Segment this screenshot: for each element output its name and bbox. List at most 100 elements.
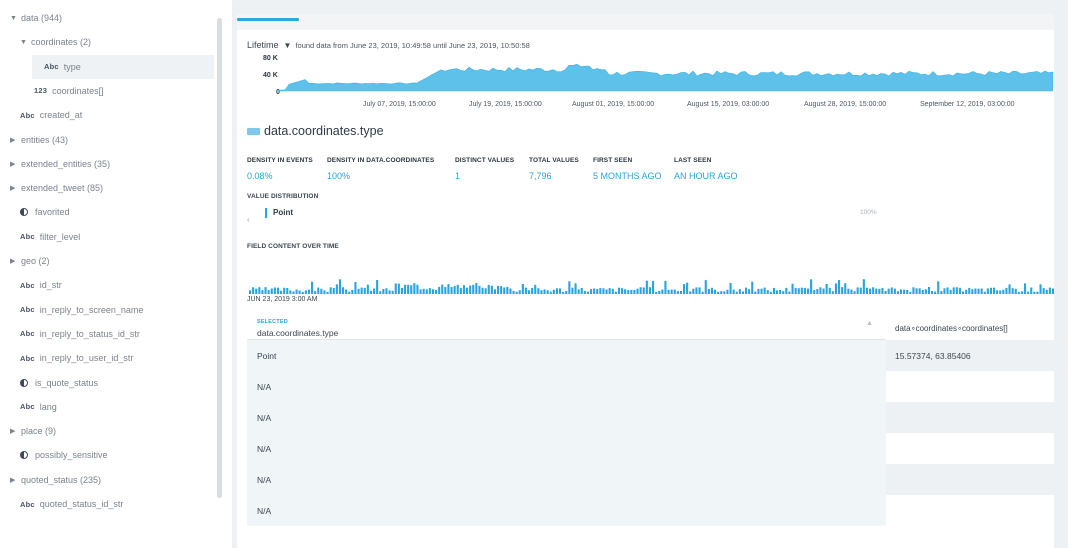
sidebar-item[interactable]: 123 coordinates[] <box>0 79 214 103</box>
stat-value: 0.08% <box>247 171 273 181</box>
sidebar-item[interactable]: Abc id_str <box>0 273 214 297</box>
histogram-bar <box>673 289 676 294</box>
histogram-bar <box>354 282 357 294</box>
histogram-bar <box>518 290 521 294</box>
sidebar-item-label: filter_level <box>39 231 81 242</box>
histogram-bar <box>1051 288 1054 294</box>
sidebar-item[interactable]: Abc quoted_status_id_str <box>0 492 214 516</box>
sidebar-item[interactable]: ▼ data (944) <box>0 6 214 30</box>
histogram-bar <box>748 289 751 294</box>
sidebar-item[interactable]: ▶ geo (2) <box>0 249 214 273</box>
histogram-bar <box>952 287 955 294</box>
histogram-bar <box>444 287 447 294</box>
histogram-bar <box>800 287 803 294</box>
histogram-bar <box>943 288 946 294</box>
sidebar-item[interactable]: ▶ place (9) <box>0 419 214 443</box>
histogram-bar <box>410 285 413 294</box>
histogram-bar <box>292 291 295 294</box>
histogram-bar <box>695 287 698 294</box>
histogram-bar <box>586 291 589 294</box>
active-tab-indicator[interactable] <box>237 18 299 21</box>
table-cell[interactable]: N/A <box>257 506 271 516</box>
histogram-bar <box>989 287 992 294</box>
sidebar-item[interactable]: Abc filter_level <box>0 225 214 249</box>
histogram-start-date: JUN 23, 2019 3:00 AM <box>247 296 318 303</box>
table-cell[interactable]: N/A <box>257 475 271 485</box>
table-row-shade <box>886 402 1054 433</box>
sidebar-item-label: extended_entities (35) <box>21 158 111 169</box>
chevron-left-icon[interactable]: ‹ <box>247 215 250 224</box>
caret-right-icon[interactable]: ▶ <box>10 160 16 168</box>
histogram-bar <box>627 290 630 294</box>
histogram-bar <box>847 288 850 294</box>
histogram-bar <box>497 285 500 294</box>
histogram-bar <box>466 287 469 294</box>
histogram-bar <box>472 284 475 294</box>
sidebar-item[interactable]: ▶ entities (43) <box>0 128 214 152</box>
sidebar-item[interactable]: Abc created_at <box>0 103 214 127</box>
sort-up-icon[interactable]: ▲ <box>866 320 873 327</box>
histogram-bar <box>881 287 884 294</box>
histogram-bar <box>760 288 763 294</box>
histogram-bar <box>769 291 772 294</box>
histogram-bar <box>574 283 577 294</box>
histogram-bar <box>779 290 782 294</box>
table-cell[interactable]: Point <box>257 351 276 361</box>
sidebar-item[interactable]: ▶ extended_tweet (85) <box>0 176 214 200</box>
caret-right-icon[interactable]: ▶ <box>10 427 16 435</box>
caret-right-icon[interactable]: ▶ <box>10 184 16 192</box>
histogram-bar <box>413 283 416 294</box>
second-column-header[interactable]: data∘coordinates∘coordinates[] <box>895 324 1008 333</box>
sidebar-item[interactable]: possibly_sensitive <box>0 443 214 467</box>
caret-down-icon[interactable]: ▼ <box>10 15 17 22</box>
histogram-bar <box>317 287 320 294</box>
sidebar-item[interactable]: ▼ coordinates (2) <box>0 30 214 54</box>
sidebar-item[interactable]: is_quote_status <box>0 371 214 395</box>
distribution-value-label[interactable]: Point <box>273 208 293 217</box>
sidebar-scrollbar[interactable] <box>217 18 222 498</box>
sidebar-item[interactable]: ▶ quoted_status (235) <box>0 468 214 492</box>
sidebar-item[interactable]: Abc lang <box>0 395 214 419</box>
histogram-bar <box>921 290 924 294</box>
string-type-icon: Abc <box>44 62 59 72</box>
histogram-bar <box>255 288 258 294</box>
histogram-bar <box>965 289 968 294</box>
table-cell[interactable]: 15.57374, 63.85406 <box>895 351 971 361</box>
histogram-bar <box>683 284 686 294</box>
histogram-bar <box>382 289 385 294</box>
histogram-bar <box>484 288 487 294</box>
table-cell[interactable]: N/A <box>257 382 271 392</box>
caret-right-icon[interactable]: ▶ <box>10 257 16 265</box>
histogram-bar <box>531 288 534 294</box>
sidebar-item-label: entities (43) <box>21 134 69 145</box>
histogram-bar <box>503 287 506 294</box>
histogram-bar <box>428 288 431 294</box>
sidebar-item[interactable]: Abc in_reply_to_screen_name <box>0 298 214 322</box>
overview-area-chart[interactable]: 80 K 40 K 0 July 07, 2019, 15:00:00 July … <box>247 51 1053 117</box>
table-cell[interactable]: N/A <box>257 413 271 423</box>
caret-down-icon[interactable]: ▼ <box>20 39 27 46</box>
content-histogram[interactable] <box>247 272 1054 294</box>
stat-value: 5 MONTHS AGO <box>593 171 662 181</box>
string-type-icon: Abc <box>20 353 35 363</box>
histogram-bar <box>1030 287 1033 294</box>
histogram-bar <box>887 288 890 294</box>
histogram-bar <box>630 289 633 294</box>
lifetime-range-selector[interactable]: Lifetime ▼ found data from June 23, 2019… <box>247 40 530 50</box>
sidebar-item[interactable]: Abc type <box>32 54 214 79</box>
selected-column-header[interactable] <box>247 312 886 340</box>
sidebar-item[interactable]: Abc in_reply_to_status_id_str <box>0 322 214 346</box>
string-type-icon: Abc <box>20 329 35 339</box>
caret-right-icon[interactable]: ▶ <box>10 476 16 484</box>
histogram-bar <box>834 283 837 294</box>
table-cell[interactable]: N/A <box>257 444 271 454</box>
caret-right-icon[interactable]: ▶ <box>10 136 16 144</box>
sidebar-item[interactable]: ▶ extended_entities (35) <box>0 152 214 176</box>
stat-label: DENSITY IN DATA.COORDINATES <box>327 157 435 164</box>
histogram-bar <box>326 291 329 294</box>
sidebar-item[interactable]: favorited <box>0 200 214 224</box>
caret-down-icon[interactable]: ▼ <box>284 41 292 50</box>
stat-value: AN HOUR AGO <box>674 171 738 181</box>
histogram-bar <box>404 284 407 294</box>
sidebar-item[interactable]: Abc in_reply_to_user_id_str <box>0 346 214 370</box>
